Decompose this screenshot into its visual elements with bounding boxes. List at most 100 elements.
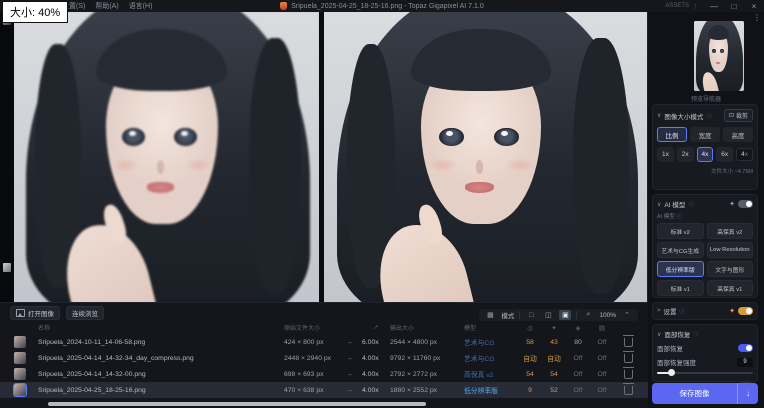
model-text-shapes-button[interactable]: 文字与图形 xyxy=(707,261,754,277)
info-icon[interactable]: ⓘ xyxy=(693,330,699,338)
zoom-level[interactable]: 100% xyxy=(599,312,616,319)
file-thumbnail xyxy=(14,368,26,380)
info-icon[interactable]: ⓘ xyxy=(688,200,694,208)
settings-section-title: 设置 xyxy=(664,306,677,316)
continuous-preview-button[interactable]: 连续浏览 xyxy=(66,306,104,320)
download-icon[interactable]: ↓ xyxy=(737,383,758,404)
scale-6x-button[interactable]: 6x xyxy=(716,147,733,162)
collapse-chevron-icon[interactable]: ∨ xyxy=(657,112,661,119)
custom-scale-input[interactable]: 4 x xyxy=(736,148,753,161)
ai-model-toggle[interactable] xyxy=(738,200,753,208)
settings-section: > 设置 ⓘ ✦ xyxy=(652,302,758,320)
sparkle-icon: ✦ xyxy=(729,307,735,315)
tab-width[interactable]: 宽度 xyxy=(690,127,720,142)
face-recovery-section: ∨ 面部恢复 ⓘ 面部恢复 面部恢复强度 9 色彩校正 xyxy=(652,324,758,382)
face-section-title: 面部恢复 xyxy=(664,329,690,339)
app-window: 设置(S) 帮助(A) 语言(H) Sripuela_2025-04-25_18… xyxy=(0,0,764,408)
view-controls: ▦ 模式 □ ◫ ▣ ⌕ 100% ⌃ xyxy=(479,309,638,321)
maximize-button[interactable]: □ xyxy=(724,0,744,12)
file-thumbnail xyxy=(14,352,26,364)
filmstrip-thumb[interactable] xyxy=(3,263,11,272)
face-strength-slider[interactable] xyxy=(657,369,753,377)
info-icon[interactable]: ⓘ xyxy=(680,307,686,315)
zoom-size-tooltip: 大小: 40% xyxy=(2,1,68,23)
settings-toggle[interactable] xyxy=(738,307,753,315)
queue-panel: 打开图像 连续浏览 ▦ 模式 □ ◫ ▣ ⌕ 100% ⌃ 名称 xyxy=(0,302,648,408)
scale-4x-button[interactable]: 4x xyxy=(697,147,714,162)
horizontal-scrollbar[interactable] xyxy=(48,402,426,406)
sidebar-kebab-menu-icon[interactable]: ⋮ xyxy=(753,14,761,22)
model-high-fidelity-v1-button[interactable]: 高保真 v1 xyxy=(707,280,754,296)
header-source-size: 原始文件大小 xyxy=(284,323,346,332)
info-icon[interactable]: ⓘ xyxy=(706,112,712,120)
collapse-chevron-icon[interactable]: ∨ xyxy=(657,331,661,338)
tab-scale[interactable]: 比例 xyxy=(657,127,687,142)
header-model: 模型 xyxy=(464,323,518,332)
menu-language[interactable]: 语言(H) xyxy=(129,1,153,11)
crop-button[interactable]: ⊡ 裁剪 xyxy=(724,109,753,122)
chevron-up-icon[interactable]: ⌃ xyxy=(621,310,633,320)
model-standard-v2-button[interactable]: 标准 v2 xyxy=(657,223,704,239)
file-thumbnail xyxy=(14,336,26,348)
app-logo-icon xyxy=(280,2,287,10)
header-output-size: 输出大小 xyxy=(390,323,464,332)
sharpen-icon: ✦ xyxy=(542,324,566,332)
scale-1x-button[interactable]: 1x xyxy=(657,147,674,162)
zoom-icon[interactable]: ⌕ xyxy=(582,310,594,320)
delete-row-icon[interactable] xyxy=(624,386,633,395)
face-recovery-label: 面部恢复 xyxy=(657,343,683,353)
face-strength-value[interactable]: 9 xyxy=(737,358,753,367)
table-row[interactable]: Sripuela_2024-10-11_14-06-58.png 424 × 8… xyxy=(0,334,648,350)
compression-icon: ◈ xyxy=(566,324,590,332)
collapse-chevron-icon[interactable]: ∨ xyxy=(657,201,661,208)
ai-model-section: ∨ AI 模型 ⓘ ✦ AI 模型 ⓘ 标准 v2 高保真 v2 艺术与CG生成… xyxy=(652,194,758,298)
split-view-icon[interactable]: ◫ xyxy=(542,310,554,320)
size-section-title: 图像大小模式 xyxy=(664,111,703,121)
model-standard-v1-button[interactable]: 标准 v1 xyxy=(657,280,704,296)
table-row[interactable]: Sripuela_2025-04-14_14-32-34_day_compres… xyxy=(0,350,648,366)
slider-knob[interactable] xyxy=(668,369,675,376)
navigator-thumbnail[interactable] xyxy=(694,21,744,91)
open-images-button[interactable]: 打开图像 xyxy=(10,306,60,320)
header-scale-icon: ↗ xyxy=(362,324,390,331)
close-button[interactable]: × xyxy=(744,0,764,12)
filmstrip-panel[interactable] xyxy=(0,12,14,303)
compare-mode-icon[interactable]: ▦ xyxy=(484,310,496,320)
model-sub-label: AI 模型 ⓘ xyxy=(657,212,753,220)
file-queue-table: 名称 原始文件大小 ↗ 输出大小 模型 ◎ ✦ ◈ ▤ Sripuela_202… xyxy=(0,321,648,398)
table-header-row: 名称 原始文件大小 ↗ 输出大小 模型 ◎ ✦ ◈ ▤ xyxy=(0,321,648,334)
face-column-icon: ▤ xyxy=(590,324,614,332)
window-title: Sripuela_2025-04-25_18-25-16.png - Topaz… xyxy=(291,3,484,10)
comparison-canvas xyxy=(0,12,648,303)
scale-2x-button[interactable]: 2x xyxy=(677,147,694,162)
portrait-before xyxy=(14,12,319,303)
portrait-after xyxy=(324,12,648,303)
model-art-cg-button[interactable]: 艺术与CG生成 xyxy=(657,242,704,258)
menu-help[interactable]: 帮助(A) xyxy=(95,1,118,11)
table-row[interactable]: Sripuela_2025-04-14_14-32-00.png 698 × 6… xyxy=(0,366,648,382)
delete-row-icon[interactable] xyxy=(624,370,633,379)
model-low-resolution-button[interactable]: Low Resolution xyxy=(707,242,754,258)
mode-label: 模式 xyxy=(501,310,514,320)
minimize-button[interactable]: — xyxy=(704,0,724,12)
save-image-button[interactable]: 保存图像 ↓ xyxy=(652,383,758,404)
side-by-side-view-icon[interactable]: ▣ xyxy=(559,310,571,320)
expand-chevron-icon[interactable]: > xyxy=(657,308,661,314)
model-high-fidelity-v2-button[interactable]: 高保真 v2 xyxy=(707,223,754,239)
title-bar: 设置(S) 帮助(A) 语言(H) Sripuela_2025-04-25_18… xyxy=(0,0,764,12)
titlebar-extra-label: ASSETS xyxy=(665,3,696,9)
menu-bar: 设置(S) 帮助(A) 语言(H) xyxy=(62,1,152,11)
denoise-icon: ◎ xyxy=(518,324,542,332)
image-icon xyxy=(16,309,25,317)
delete-row-icon[interactable] xyxy=(624,338,633,347)
face-recovery-toggle[interactable] xyxy=(738,344,753,352)
single-view-icon[interactable]: □ xyxy=(525,310,537,320)
preview-after-image[interactable] xyxy=(324,12,648,303)
model-lowres-cn-button[interactable]: 低分辨率版 xyxy=(657,261,704,277)
table-row-selected[interactable]: Sripuela_2025-04-25_18-25-16.png 470 × 6… xyxy=(0,382,648,398)
tab-height[interactable]: 高度 xyxy=(723,127,753,142)
sparkle-icon: ✦ xyxy=(729,200,735,208)
file-size-estimate: 文件大小 ~4.75M xyxy=(657,167,753,175)
preview-before-image[interactable] xyxy=(14,12,319,303)
delete-row-icon[interactable] xyxy=(624,354,633,363)
